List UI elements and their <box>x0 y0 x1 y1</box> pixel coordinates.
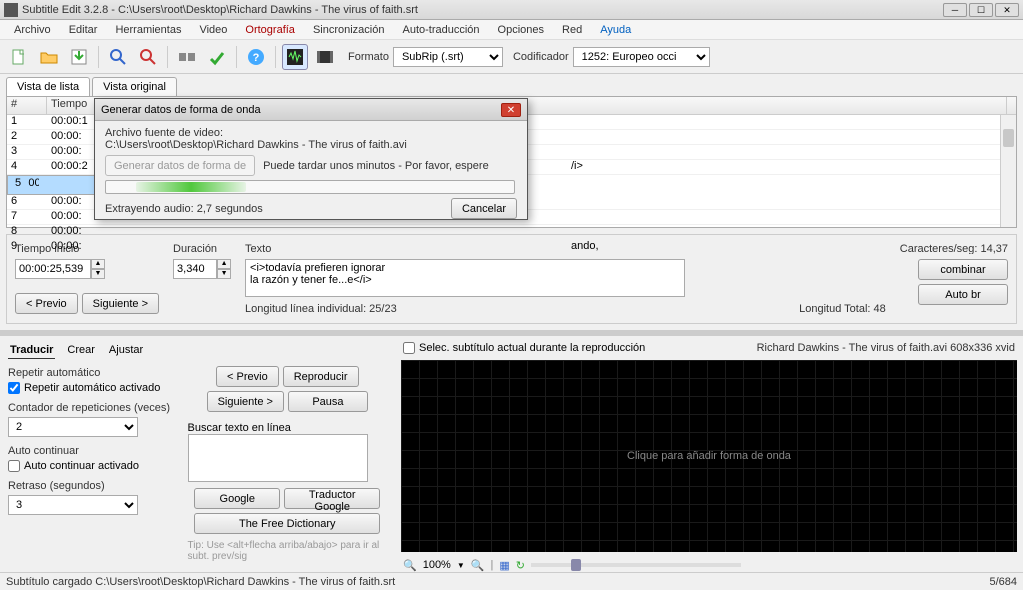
video-icon[interactable] <box>312 44 338 70</box>
translate-prev-button[interactable]: < Previo <box>216 366 279 387</box>
waveform-dialog: Generar datos de forma de onda ✕ Archivo… <box>94 98 528 220</box>
translate-next-button[interactable]: Siguiente > <box>207 391 284 412</box>
dialog-extracting-text: Extrayendo audio: 2,7 segundos <box>105 203 263 215</box>
toolbar-sep-icon: | <box>490 559 493 571</box>
total-length-label: Longitud Total: 48 <box>799 303 886 315</box>
counter-label: Contador de repeticiones (veces) <box>8 402 178 414</box>
line-length-label: Longitud línea individual: 25/23 <box>245 303 397 315</box>
progress-bar <box>105 180 515 194</box>
subtitle-text-input[interactable]: <i>todavía prefieren ignorar la razón y … <box>245 259 685 297</box>
new-file-icon[interactable] <box>6 44 32 70</box>
visual-sync-icon[interactable] <box>174 44 200 70</box>
search-label: Buscar texto en línea <box>188 422 387 434</box>
menu-opciones[interactable]: Opciones <box>490 22 552 38</box>
menu-red[interactable]: Red <box>554 22 590 38</box>
next-button[interactable]: Siguiente > <box>82 293 159 314</box>
help-icon[interactable]: ? <box>243 44 269 70</box>
svg-text:?: ? <box>253 52 260 64</box>
dialog-wait-text: Puede tardar unos minutos - Por favor, e… <box>263 160 489 172</box>
grid-toggle-icon[interactable]: ▦ <box>499 559 509 572</box>
toolbar: ? Formato SubRip (.srt) Codificador 1252… <box>0 40 1023 74</box>
menu-archivo[interactable]: Archivo <box>6 22 59 38</box>
menu-video[interactable]: Video <box>191 22 235 38</box>
table-row[interactable]: 900:00:ando, <box>7 240 1016 255</box>
autocontinue-label: Auto continuar <box>8 445 178 457</box>
duration-input[interactable] <box>173 259 217 279</box>
waveform-icon[interactable] <box>282 44 308 70</box>
tab-list-view[interactable]: Vista de lista <box>6 77 90 96</box>
table-row[interactable]: 800:00: <box>7 225 1016 240</box>
menubar: Archivo Editar Herramientas Video Ortogr… <box>0 20 1023 40</box>
repeat-checkbox[interactable] <box>8 382 20 394</box>
dialog-cancel-button[interactable]: Cancelar <box>451 198 517 219</box>
start-time-input[interactable] <box>15 259 91 279</box>
format-select[interactable]: SubRip (.srt) <box>393 47 503 67</box>
freedict-button[interactable]: The Free Dictionary <box>194 513 380 534</box>
zoom-slider[interactable] <box>531 563 741 567</box>
autocontinue-checkbox[interactable] <box>8 460 20 472</box>
google-button[interactable]: Google <box>194 488 280 509</box>
status-position: 5/684 <box>989 576 1017 588</box>
dialog-source-label: Archivo fuente de video: <box>105 127 517 139</box>
dialog-close-button[interactable]: ✕ <box>501 103 521 117</box>
statusbar: Subtítulo cargado C:\Users\root\Desktop\… <box>0 572 1023 590</box>
menu-auto-traduccion[interactable]: Auto-traducción <box>394 22 487 38</box>
menu-editar[interactable]: Editar <box>61 22 106 38</box>
zoom-value: 100% <box>423 559 451 571</box>
menu-ortografia[interactable]: Ortografía <box>237 22 303 38</box>
loop-icon[interactable]: ↻ <box>516 559 525 572</box>
tip-text: Tip: Use <alt+flecha arriba/abajo> para … <box>188 540 387 562</box>
encoder-select[interactable]: 1252: Europeo occi <box>573 47 710 67</box>
menu-sincronizacion[interactable]: Sincronización <box>305 22 393 38</box>
sync-subtitle-checkbox[interactable] <box>403 342 415 354</box>
open-file-icon[interactable] <box>36 44 62 70</box>
titlebar: Subtitle Edit 3.2.8 - C:\Users\root\Desk… <box>0 0 1023 20</box>
status-text: Subtítulo cargado C:\Users\root\Desktop\… <box>6 576 395 588</box>
tab-original-view[interactable]: Vista original <box>92 77 177 96</box>
encoder-label: Codificador <box>513 51 569 63</box>
zoom-out-icon[interactable]: 🔍 <box>403 559 417 572</box>
play-button[interactable]: Reproducir <box>283 366 359 387</box>
pause-button[interactable]: Pausa <box>288 391 368 412</box>
dur-spin-up[interactable]: ▲ <box>217 259 231 269</box>
dialog-title: Generar datos de forma de onda <box>101 104 261 116</box>
start-spin-down[interactable]: ▼ <box>91 269 105 279</box>
close-button[interactable]: ✕ <box>995 3 1019 17</box>
prev-button[interactable]: < Previo <box>15 293 78 314</box>
generate-button: Generar datos de forma de <box>105 155 255 176</box>
window-title: Subtitle Edit 3.2.8 - C:\Users\root\Desk… <box>22 4 943 16</box>
col-num[interactable]: # <box>7 97 47 114</box>
splitter[interactable] <box>0 330 1023 336</box>
format-label: Formato <box>348 51 389 63</box>
view-tabs: Vista de lista Vista original <box>0 74 1023 96</box>
find-icon[interactable] <box>105 44 131 70</box>
waveform-area[interactable]: Clique para añadir forma de onda <box>401 360 1017 552</box>
search-textbox[interactable] <box>188 434 368 482</box>
grid-scrollbar[interactable] <box>1000 115 1016 227</box>
replace-icon[interactable] <box>135 44 161 70</box>
minimize-button[interactable]: ─ <box>943 3 967 17</box>
menu-ayuda[interactable]: Ayuda <box>592 22 639 38</box>
autobr-button[interactable]: Auto br <box>918 284 1008 305</box>
app-icon <box>4 3 18 17</box>
waveform-hint: Clique para añadir forma de onda <box>627 450 791 462</box>
delay-label: Retraso (segundos) <box>8 480 178 492</box>
delay-select[interactable]: 3 <box>8 495 138 515</box>
menu-herramientas[interactable]: Herramientas <box>107 22 189 38</box>
video-info-label: Richard Dawkins - The virus of faith.avi… <box>757 342 1015 354</box>
dur-spin-down[interactable]: ▼ <box>217 269 231 279</box>
tab-create[interactable]: Crear <box>65 342 97 359</box>
zoom-in-icon[interactable]: 🔍 <box>471 559 485 572</box>
tab-adjust[interactable]: Ajustar <box>107 342 145 359</box>
save-icon[interactable] <box>66 44 92 70</box>
repeat-label: Repetir automático <box>8 367 178 379</box>
combine-button[interactable]: combinar <box>918 259 1008 280</box>
tab-translate[interactable]: Traducir <box>8 342 55 359</box>
counter-select[interactable]: 2 <box>8 417 138 437</box>
maximize-button[interactable]: ☐ <box>969 3 993 17</box>
start-spin-up[interactable]: ▲ <box>91 259 105 269</box>
dialog-source-path: C:\Users\root\Desktop\Richard Dawkins - … <box>105 139 517 151</box>
spellcheck-icon[interactable] <box>204 44 230 70</box>
google-translate-button[interactable]: Traductor Google <box>284 488 380 509</box>
